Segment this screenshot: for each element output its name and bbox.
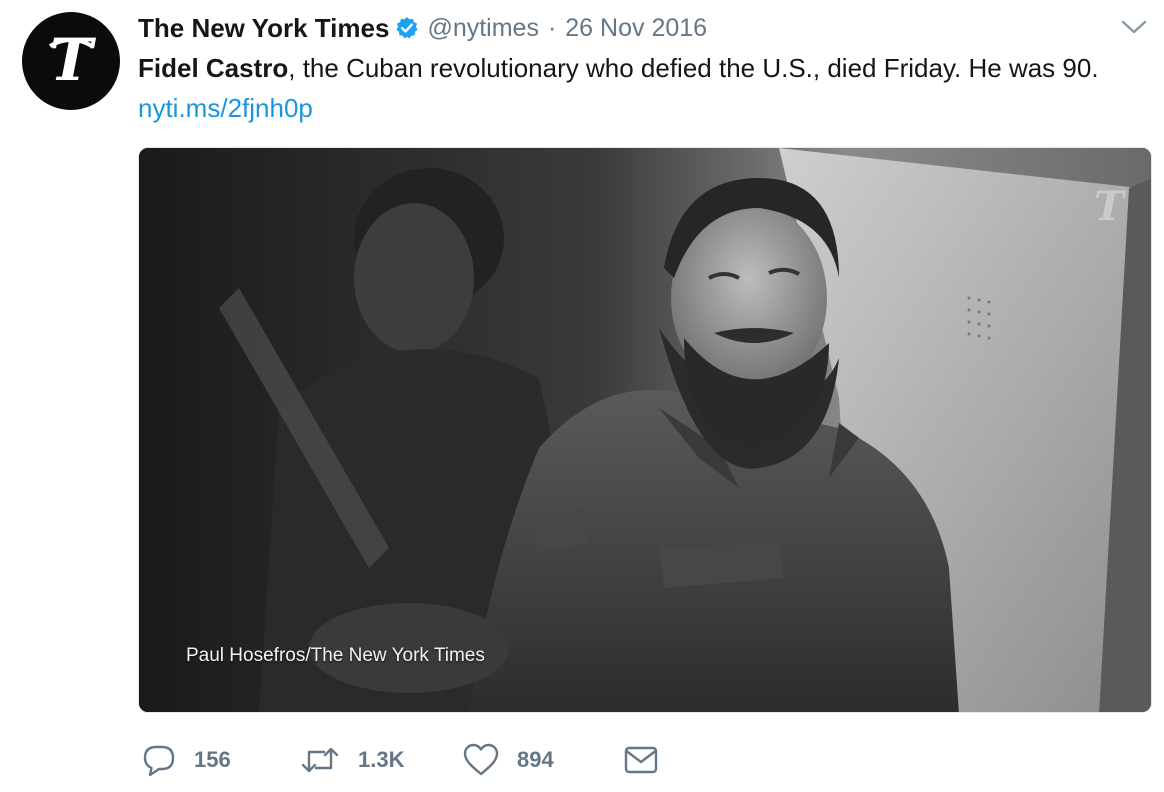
retweet-count: 1.3K [358,747,405,772]
tweet-text-bold[interactable]: Fidel Castro [138,53,288,83]
retweet-button[interactable]: 1.3K [300,740,404,780]
like-button[interactable]: 894 [463,740,554,780]
verified-badge-icon [395,16,419,40]
tweet-header: The New York Times @nytimes · 26 Nov 201… [138,8,707,48]
separator-dot: · [547,13,557,42]
envelope-icon [624,746,658,774]
reply-button[interactable]: 156 [142,740,231,780]
tweet-link[interactable]: nyti.ms/2fjnh0p [138,93,313,123]
tweet-text-body: , the Cuban revolutionary who defied the… [288,53,1099,83]
tweet-menu-button[interactable] [1118,12,1150,42]
svg-text:T: T [1094,183,1127,230]
reply-bubble-icon [143,745,175,777]
photo-credit: Paul Hosefros/The New York Times [186,645,485,666]
display-name[interactable]: The New York Times [138,13,389,44]
svg-text:T: T [49,26,96,94]
direct-message-button[interactable] [624,740,658,780]
reply-count: 156 [194,747,231,772]
tweet-date[interactable]: 26 Nov 2016 [565,14,707,43]
retweet-icon [301,747,339,773]
like-count: 894 [517,747,554,772]
tweet-photo[interactable]: T Paul Hosefros/The New York Times [138,147,1152,713]
photo-illustration: T [139,148,1151,712]
heart-icon [463,743,499,776]
chevron-down-icon [1121,20,1147,34]
avatar[interactable]: T [22,12,120,110]
nyt-t-logo-icon: T [49,26,96,94]
tweet-actions: 156 1.3K 894 [0,740,1164,780]
user-handle[interactable]: @nytimes [427,14,539,43]
tweet-text: Fidel Castro, the Cuban revolutionary wh… [138,48,1143,128]
